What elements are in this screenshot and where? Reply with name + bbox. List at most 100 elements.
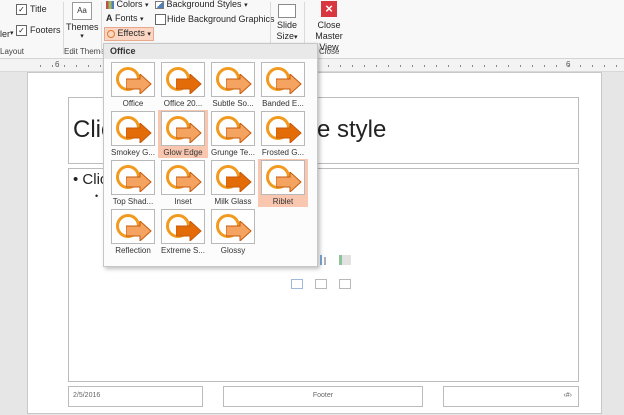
effect-tile-6[interactable] — [211, 111, 255, 146]
effects-button[interactable]: Effects ▾ — [107, 28, 151, 38]
ruler-tick — [508, 65, 509, 67]
effect-arrow-icon — [276, 74, 302, 94]
colors-icon — [106, 0, 114, 9]
ruler-tick — [436, 65, 437, 67]
effect-arrow-icon — [226, 74, 252, 94]
slide-number-placeholder[interactable]: ‹#› — [443, 386, 579, 407]
fonts-button[interactable]: A Fonts ▾ — [106, 13, 144, 23]
effect-tile-label: Banded E... — [262, 99, 304, 108]
insert-online-picture-icon[interactable] — [315, 279, 327, 289]
close-icon: × — [321, 1, 337, 17]
hide-background-checkbox[interactable] — [155, 14, 166, 25]
effect-tile-14[interactable] — [211, 209, 255, 244]
insert-picture-icon[interactable] — [291, 279, 303, 289]
ruler-tick — [532, 65, 533, 67]
effect-tile-3[interactable] — [261, 62, 305, 97]
ruler-tick — [580, 65, 581, 67]
effect-arrow-icon — [226, 172, 252, 192]
slide-size-label-line1: Slide — [276, 20, 297, 30]
effect-tile-10[interactable] — [211, 160, 255, 195]
effect-tile-12[interactable] — [111, 209, 155, 244]
effect-tile-label: Inset — [174, 197, 192, 206]
effect-arrow-icon — [126, 74, 152, 94]
footer-text: Footer — [312, 392, 334, 399]
ruler-tick — [100, 65, 101, 67]
background-styles-button[interactable]: Background Styles ▾ — [155, 0, 248, 9]
layout-dropdown-partial[interactable]: ler — [0, 29, 10, 39]
effects-icon — [107, 29, 115, 38]
effects-gallery-dropdown: Office Office Office 20... Subtle So... Ban… — [103, 43, 318, 267]
effect-tile-label: Milk Glass — [214, 197, 252, 206]
effect-arrow-icon — [226, 123, 252, 143]
fonts-icon: A — [106, 13, 113, 23]
effect-arrow-icon — [176, 74, 202, 94]
effect-tile-2[interactable] — [211, 62, 255, 97]
insert-video-icon[interactable] — [339, 279, 351, 289]
footer-slide-number: ‹#› — [563, 392, 572, 399]
date-placeholder[interactable]: 2/5/2016 — [68, 386, 203, 407]
edit-theme-group-label: Edit Theme — [64, 47, 105, 56]
ruler-tick — [64, 65, 65, 67]
themes-button[interactable]: Aa Themes ▾ — [66, 0, 99, 41]
colors-label: Colors — [116, 0, 143, 9]
slide-size-button[interactable]: Slide Size▾ — [272, 0, 302, 43]
effect-tile-label: Glow Edge — [163, 148, 203, 157]
sub-bullet-icon: • — [95, 191, 99, 201]
chevron-down-icon: ▾ — [294, 34, 298, 41]
effect-tile-7[interactable] — [261, 111, 305, 146]
chevron-down-icon: ▾ — [147, 31, 151, 38]
close-label-line1: Close — [317, 20, 341, 30]
hide-background-label: Hide Background Graphics — [167, 14, 275, 24]
title-checkbox[interactable]: ✓ — [16, 4, 27, 15]
chevron-down-icon: ▾ — [145, 2, 149, 9]
ruler-tick — [484, 65, 485, 67]
effect-tile-13[interactable] — [161, 209, 205, 244]
ruler-tick — [592, 65, 593, 67]
ruler-tick — [616, 65, 617, 67]
ruler-tick — [568, 65, 569, 67]
effect-tile-5[interactable] — [161, 111, 205, 146]
effect-tile-1[interactable] — [161, 62, 205, 97]
effect-arrow-icon — [126, 123, 152, 143]
background-styles-icon — [155, 0, 164, 9]
effect-arrow-icon — [176, 221, 202, 241]
colors-button[interactable]: Colors ▾ — [106, 0, 149, 9]
fonts-label: Fonts — [115, 13, 138, 23]
footers-checkbox[interactable]: ✓ — [16, 25, 27, 36]
effect-tile-11[interactable] — [261, 160, 305, 195]
footers-checkbox-label: Footers — [30, 25, 61, 35]
ruler-tick — [328, 65, 329, 67]
title-text-right: e style — [317, 116, 387, 143]
chevron-down-icon: ▾ — [140, 16, 144, 23]
ruler-tick — [52, 65, 53, 67]
effect-tile-8[interactable] — [111, 160, 155, 195]
effect-arrow-icon — [226, 221, 252, 241]
footer-placeholder[interactable]: Footer — [223, 386, 423, 407]
insert-smartart-icon[interactable] — [339, 255, 351, 265]
ruler-number-left: 6 — [55, 60, 60, 69]
close-group-label: Close — [319, 47, 340, 56]
title-checkbox-label: Title — [30, 4, 47, 14]
effect-tile-label: Frosted G... — [261, 148, 305, 157]
effects-label: Effects — [117, 28, 145, 38]
ruler-tick — [556, 65, 557, 67]
ruler-tick — [340, 65, 341, 67]
effect-tile-label: Office — [122, 99, 144, 108]
ruler-tick — [424, 65, 425, 67]
ruler-tick — [400, 65, 401, 67]
footer-date: 2/5/2016 — [73, 392, 101, 399]
effect-arrow-icon — [126, 221, 152, 241]
effect-tile-label: Smokey G... — [110, 148, 155, 157]
effect-tile-0[interactable] — [111, 62, 155, 97]
effect-tile-label: Grunge Te... — [211, 148, 255, 157]
ruler-tick — [412, 65, 413, 67]
chevron-down-icon: ▾ — [80, 33, 84, 40]
ruler-tick — [460, 65, 461, 67]
effect-tile-9[interactable] — [161, 160, 205, 195]
ruler-tick — [520, 65, 521, 67]
effect-tile-4[interactable] — [111, 111, 155, 146]
effect-tile-label: Top Shad... — [112, 197, 154, 206]
themes-label: Themes — [66, 22, 99, 32]
themes-icon: Aa — [72, 2, 92, 20]
ruler-tick — [40, 65, 41, 67]
